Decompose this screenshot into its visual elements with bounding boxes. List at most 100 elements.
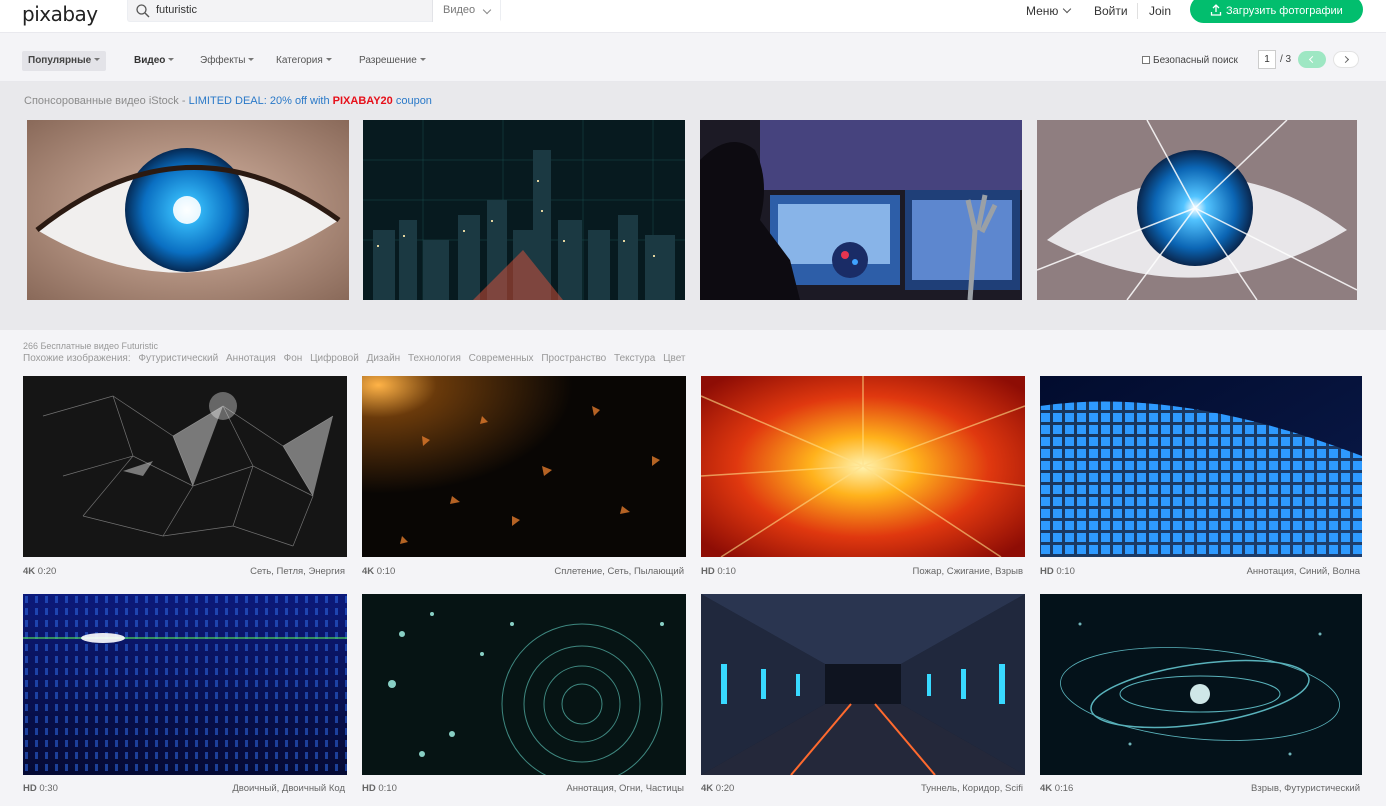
related-tag[interactable]: Пространство (541, 353, 606, 364)
quality-badge: HD (23, 783, 37, 794)
video-thumbnail[interactable] (1040, 376, 1362, 557)
video-tags[interactable]: Пожар, Сжигание, Взрыв (913, 566, 1023, 577)
related-tag[interactable]: Цифровой (310, 353, 359, 364)
upload-photos-button[interactable]: Загрузить фотографии (1190, 0, 1363, 23)
search-type-dropdown[interactable]: Видео (432, 0, 500, 22)
blue-grid-wave-image (1040, 376, 1362, 557)
video-thumbnail[interactable] (23, 594, 347, 775)
page-total: / 3 (1280, 54, 1292, 65)
quality-badge: 4K (23, 566, 36, 577)
filter-video[interactable]: Видео (128, 51, 180, 71)
related-tag[interactable]: Футуристический (138, 353, 218, 364)
deal-suffix: coupon (392, 95, 432, 107)
quality-badge: HD (701, 566, 715, 577)
binary-code-image (23, 594, 347, 775)
related-tags: Похожие изображения: Футуристический Анн… (23, 353, 691, 364)
related-tag[interactable]: Текстура (614, 353, 655, 364)
filter-label: Эффекты (200, 55, 246, 66)
sponsored-deal-link[interactable]: LIMITED DEAL: 20% off with PIXABAY20 cou… (189, 95, 432, 107)
related-tag[interactable]: Дизайн (367, 353, 401, 364)
related-tag[interactable]: Современных (469, 353, 534, 364)
upload-label: Загрузить фотографии (1226, 5, 1343, 17)
quality-badge: 4K (1040, 783, 1053, 794)
duration: 0:10 (717, 566, 736, 577)
blue-eye-image (27, 120, 349, 300)
related-tag[interactable]: Цвет (663, 353, 685, 364)
video-thumbnail[interactable] (1040, 594, 1362, 775)
coupon-code: PIXABAY20 (332, 95, 393, 107)
menu-dropdown[interactable]: Меню (1026, 4, 1072, 18)
safe-search-toggle[interactable]: Безопасный поиск (1142, 55, 1238, 66)
video-meta: HD 0:10 Пожар, Сжигание, Взрыв (701, 566, 1025, 580)
next-page-button[interactable] (1333, 51, 1359, 68)
page-number-input[interactable]: 1 (1258, 50, 1276, 69)
duration: 0:20 (715, 783, 735, 794)
chevron-right-icon (1341, 55, 1350, 64)
filter-label: Популярные (28, 55, 92, 66)
sponsored-video-3[interactable] (700, 120, 1022, 300)
sponsored-prefix: Спонсорованные видео iStock - (24, 95, 189, 107)
orange-particles-image (362, 376, 686, 557)
sponsored-video-4[interactable] (1037, 120, 1357, 300)
filter-popular[interactable]: Популярные (22, 51, 107, 71)
quality-badge: 4K (701, 783, 714, 794)
search-bar: Видео (127, 0, 501, 22)
teal-particle-spiral-image (362, 594, 686, 775)
related-tag[interactable]: Аннотация (226, 353, 276, 364)
video-thumbnail[interactable] (362, 594, 686, 775)
sponsored-section: Спонсорованные видео iStock - LIMITED DE… (0, 82, 1386, 330)
video-tags[interactable]: Взрыв, Футуристический (1251, 783, 1360, 794)
video-meta: 4K 0:20 Сеть, Петля, Энергия (23, 566, 347, 580)
duration: 0:10 (378, 783, 397, 794)
upload-icon (1210, 4, 1222, 16)
quality-badge: HD (1040, 566, 1054, 577)
video-thumbnail[interactable] (701, 594, 1025, 775)
nav-divider (1137, 3, 1138, 19)
join-link[interactable]: Join (1149, 4, 1171, 18)
caret-down-icon (94, 58, 101, 61)
video-meta: HD 0:10 Аннотация, Огни, Частицы (362, 783, 686, 797)
caret-down-icon (325, 58, 332, 61)
fire-explosion-image (701, 376, 1025, 557)
video-tags[interactable]: Аннотация, Синий, Волна (1247, 566, 1360, 577)
prev-page-button[interactable] (1298, 51, 1326, 68)
login-link[interactable]: Войти (1094, 4, 1128, 18)
quality-badge: HD (362, 783, 376, 794)
video-thumbnail[interactable] (23, 376, 347, 557)
city-night-image (363, 120, 685, 300)
video-meta: HD 0:10 Аннотация, Синий, Волна (1040, 566, 1362, 580)
caret-down-icon (248, 58, 255, 61)
video-tags[interactable]: Сеть, Петля, Энергия (250, 566, 345, 577)
filter-resolution[interactable]: Разрешение (353, 51, 432, 71)
deal-text: LIMITED DEAL: 20% off with (188, 95, 333, 107)
search-icon[interactable] (134, 2, 152, 20)
search-type-label: Видео (443, 4, 476, 16)
safe-search-checkbox[interactable] (1142, 56, 1150, 64)
search-input[interactable] (156, 1, 426, 19)
sponsored-video-1[interactable] (27, 120, 349, 300)
video-tags[interactable]: Двоичный, Двоичный Код (232, 783, 345, 794)
filter-effects[interactable]: Эффекты (194, 51, 260, 71)
filter-label: Видео (134, 55, 166, 66)
scifi-tunnel-image (701, 594, 1025, 775)
laser-eye-image (1037, 120, 1357, 300)
caret-down-icon (168, 58, 175, 61)
related-label: Похожие изображения: (23, 353, 131, 364)
related-tag[interactable]: Технология (408, 353, 461, 364)
related-tag[interactable]: Фон (284, 353, 303, 364)
pixabay-logo[interactable]: pixabay (22, 2, 98, 26)
duration: 0:30 (39, 783, 58, 794)
video-tags[interactable]: Аннотация, Огни, Частицы (566, 783, 684, 794)
video-tags[interactable]: Туннель, Коридор, Scifi (921, 783, 1023, 794)
video-meta: 4K 0:20 Туннель, Коридор, Scifi (701, 783, 1025, 797)
duration: 0:10 (376, 566, 396, 577)
sponsored-video-2[interactable] (363, 120, 685, 300)
video-thumbnail[interactable] (701, 376, 1025, 557)
network-plexus-image (23, 376, 347, 557)
video-thumbnail[interactable] (362, 376, 686, 557)
safe-search-label: Безопасный поиск (1153, 55, 1238, 66)
caret-down-icon (419, 58, 426, 61)
duration: 0:16 (1054, 783, 1074, 794)
filter-category[interactable]: Категория (270, 51, 338, 71)
video-tags[interactable]: Сплетение, Сеть, Пылающий (554, 566, 684, 577)
